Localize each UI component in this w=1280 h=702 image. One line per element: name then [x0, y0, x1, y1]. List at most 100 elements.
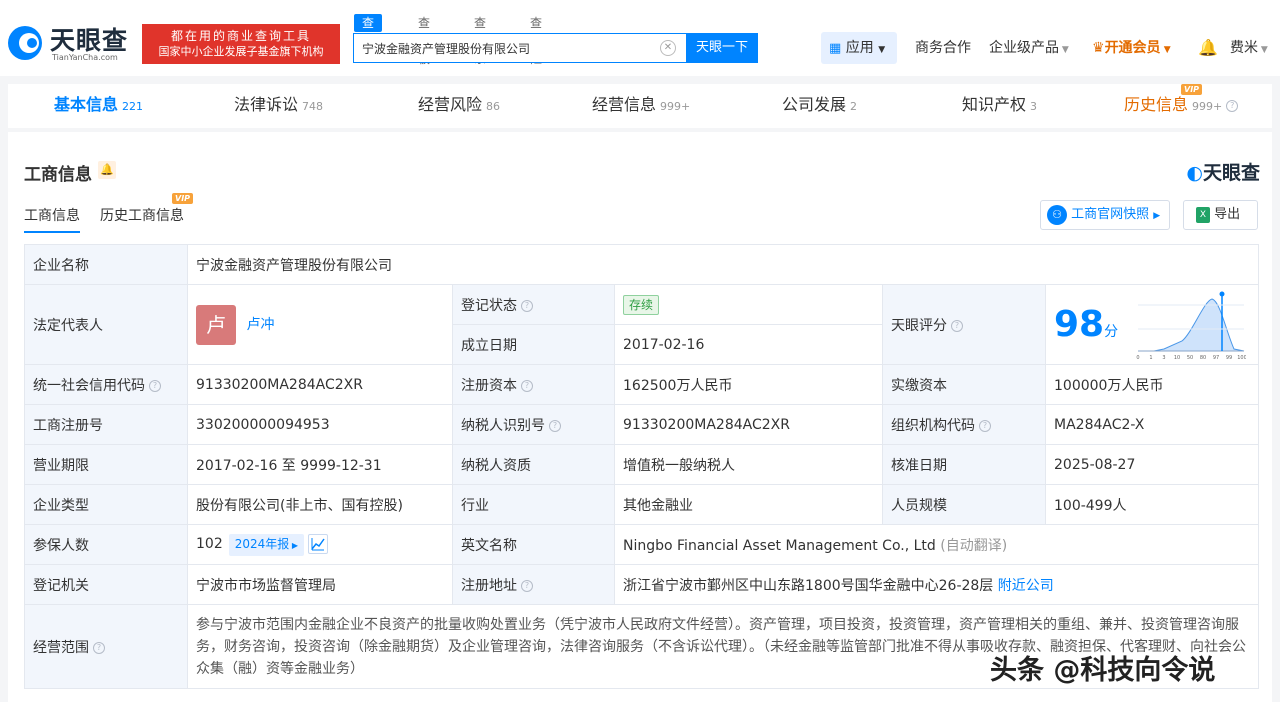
table-row: 企业类型 股份有限公司(非上市、国有控股) 行业 其他金融业 人员规模 100-… [24, 484, 1260, 525]
table-row: 企业名称 宁波金融资产管理股份有限公司 [24, 244, 1260, 285]
tab-company-development[interactable]: 公司发展 2 [782, 84, 857, 128]
subscribe-bell-icon[interactable]: 🔔 [98, 161, 116, 179]
section-title: 工商信息 [24, 165, 92, 185]
table-row: 登记机关 宁波市市场监督管理局 注册地址? 浙江省宁波市鄞州区中山东路1800号… [24, 564, 1260, 605]
subtab-business-info[interactable]: 工商信息 [24, 205, 80, 233]
notification-bell-icon[interactable]: 🔔 [1198, 38, 1218, 58]
score-label: 天眼评分 [891, 317, 947, 334]
taxpayer-qual-value: 增值税一般纳税人 [614, 444, 883, 485]
trend-line-icon [311, 537, 325, 550]
status-badge: 存续 [623, 294, 660, 315]
approve-date-key: 核准日期 [882, 444, 1046, 485]
tab-count: 221 [122, 100, 144, 113]
annual-report-pill[interactable]: 2024年报 ▶ [228, 533, 304, 556]
score-value: 98 [1054, 304, 1105, 345]
business-info-table: 企业名称 宁波金融资产管理股份有限公司 法定代表人 卢 卢冲 登记状态? 存续 … [24, 244, 1260, 689]
taxpayer-qual-key: 纳税人资质 [452, 444, 615, 485]
help-icon[interactable]: ? [951, 319, 963, 332]
tab-operating-info[interactable]: 经营信息 999+ [592, 84, 690, 128]
insured-key: 参保人数 [24, 524, 188, 565]
help-icon[interactable]: ? [149, 379, 161, 392]
tab-legal-litigation[interactable]: 法律诉讼 748 [234, 84, 323, 128]
paid-capital-value: 100000万人民币 [1044, 364, 1260, 405]
tab-label: 基本信息 [54, 95, 119, 114]
tab-basic-info[interactable]: 基本信息 221 [54, 84, 143, 128]
score-axis-tick: 50 [1187, 355, 1193, 361]
official-snapshot-button[interactable]: ⚇ 工商官网快照 ▶ [1040, 200, 1170, 230]
reg-status-key: 登记状态? [452, 284, 615, 325]
search-input[interactable] [362, 41, 652, 55]
score-axis-tick: 1 [1149, 355, 1152, 361]
subtab-history-business-info[interactable]: 历史工商信息 [100, 205, 184, 225]
export-button[interactable]: X 导出 [1183, 200, 1258, 230]
paid-capital-key: 实缴资本 [882, 364, 1046, 405]
business-info-panel: 工商信息 🔔 ◐天眼查 工商信息 历史工商信息 VIP ⚇ 工商官网快照 ▶ X… [8, 132, 1272, 702]
search-tab-risk[interactable]: 查风险 [530, 14, 542, 66]
company-name-key: 企业名称 [24, 244, 188, 285]
reg-capital-label: 注册资本 [461, 377, 517, 394]
business-term-key: 营业期限 [24, 444, 188, 485]
industry-key: 行业 [452, 484, 615, 525]
staff-size-value: 100-499人 [1044, 484, 1260, 525]
search-button[interactable]: 天眼一下 [686, 33, 758, 63]
help-icon[interactable]: ? [979, 419, 991, 432]
business-term-value: 2017-02-16 至 9999-12-31 [187, 444, 453, 485]
score-axis-tick: 97 [1213, 355, 1219, 361]
open-membership-button[interactable]: ♛开通会员 ▼ [1092, 38, 1171, 60]
tab-count: 999+ [1192, 100, 1223, 113]
membership-label: 开通会员 [1104, 40, 1161, 56]
company-section-tabs: 基本信息 221 法律诉讼 748 经营风险 86 经营信息 999+ 公司发展 2 知识… [8, 84, 1272, 128]
nearby-companies-link[interactable]: 附近公司 [998, 578, 1054, 594]
excel-icon: X [1196, 206, 1210, 223]
search-tab-company[interactable]: 查公司 [354, 14, 383, 66]
score-axis-tick: 80 [1200, 355, 1206, 361]
table-row: 营业期限 2017-02-16 至 9999-12-31 纳税人资质 增值税一般… [24, 444, 1260, 485]
authority-key: 登记机关 [24, 564, 188, 605]
tab-label: 经营风险 [418, 95, 483, 114]
approve-date-value: 2025-08-27 [1044, 444, 1260, 485]
help-icon[interactable]: ? [93, 641, 105, 654]
score-axis-tick: 99 [1226, 355, 1232, 361]
nav-enterprise-products[interactable]: 企业级产品 ▼ [989, 38, 1069, 60]
english-name-value: Ningbo Financial Asset Management Co., L… [623, 537, 936, 554]
search-tab-boss[interactable]: 查老板 [418, 14, 430, 66]
table-row: 参保人数 102 2024年报 ▶ 英文名称 Ningbo Financial A… [24, 524, 1260, 565]
help-icon[interactable]: ? [521, 299, 533, 312]
tab-count: 2 [850, 100, 858, 113]
legal-rep-cell: 卢 卢冲 [187, 284, 453, 365]
tab-label: 历史信息 [1124, 95, 1189, 114]
caret-down-icon: ▼ [1059, 45, 1069, 55]
brand-text: 天眼查 [1202, 162, 1260, 184]
chevron-right-icon: ▶ [1153, 211, 1161, 221]
reg-address-value: 浙江省宁波市鄞州区中山东路1800号国华金融中心26-28层 [623, 577, 994, 594]
help-icon[interactable]: ? [1226, 99, 1239, 112]
table-row: 法定代表人 卢 卢冲 登记状态? 存续 天眼评分? 98分 0 1 3 10 50 80 9… [24, 284, 1260, 365]
apps-menu-button[interactable]: ▦ 应用 ▼ [821, 32, 897, 64]
apps-label: 应用 [845, 40, 874, 56]
legal-rep-link[interactable]: 卢冲 [246, 317, 274, 333]
tab-count: 748 [302, 100, 324, 113]
clear-icon[interactable]: ✕ [660, 40, 676, 56]
tab-label: 公司发展 [782, 95, 847, 114]
industry-value: 其他金融业 [614, 484, 883, 525]
help-icon[interactable]: ? [549, 419, 561, 432]
search-tab-relation[interactable]: 查关系 [474, 14, 486, 66]
nav-business-cooperation[interactable]: 商务合作 [915, 38, 971, 58]
score-cell: 98分 0 1 3 10 50 80 97 99 100 [1044, 284, 1260, 365]
site-logo[interactable]: 天眼查 TianYanCha.com [6, 22, 136, 64]
caret-down-icon: ▼ [878, 45, 886, 55]
legal-rep-key: 法定代表人 [24, 284, 188, 365]
tab-label: 法律诉讼 [234, 95, 299, 114]
trend-chart-icon[interactable] [307, 533, 328, 554]
slogan-line-2: 国家中小企业发展子基金旗下机构 [158, 45, 324, 58]
snapshot-label: 工商官网快照 [1071, 207, 1150, 222]
help-icon[interactable]: ? [521, 379, 533, 392]
tab-operating-risk[interactable]: 经营风险 86 [418, 84, 500, 128]
scope-label: 经营范围 [33, 639, 89, 656]
tab-intellectual-property[interactable]: 知识产权 3 [962, 84, 1037, 128]
english-name-cell: Ningbo Financial Asset Management Co., L… [613, 524, 1260, 565]
score-key: 天眼评分? [882, 284, 1046, 365]
annual-report-label: 2024年报 [234, 536, 290, 551]
help-icon[interactable]: ? [521, 579, 533, 592]
user-menu[interactable]: 费米 ▼ [1230, 38, 1268, 60]
